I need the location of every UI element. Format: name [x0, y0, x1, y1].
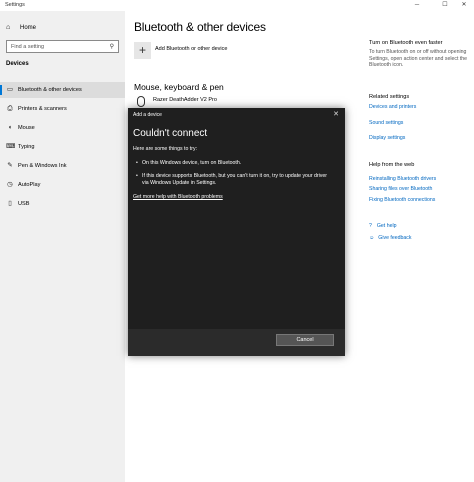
dialog-titlebar: Add a device ✕	[128, 108, 345, 122]
sidebar-item-label: Mouse	[18, 125, 35, 131]
plus-icon: +	[138, 43, 146, 57]
add-device-label[interactable]: Add Bluetooth or other device	[155, 46, 227, 52]
sidebar-item-autoplay[interactable]: ◷ AutoPlay	[0, 177, 125, 193]
get-help-link[interactable]: Get help	[377, 223, 397, 229]
dialog-bullet: • On this Windows device, turn on Bluetoo…	[136, 160, 332, 167]
help-icon: ?	[369, 223, 372, 229]
tip-text: To turn Bluetooth on or off without open…	[369, 49, 468, 68]
window-title: Settings	[5, 2, 25, 8]
feedback-icon: ☺	[369, 235, 375, 241]
sidebar-item-printers[interactable]: ⎙ Printers & scanners	[0, 101, 125, 117]
bluetooth-help-link[interactable]: Get more help with Bluetooth problems	[133, 194, 223, 200]
tip-title: Turn on Bluetooth even faster	[369, 40, 443, 46]
related-settings-title: Related settings	[369, 94, 410, 100]
device-name[interactable]: Razer DeathAdder V2 Pro	[153, 97, 217, 103]
sidebar-home[interactable]: ⌂ Home	[6, 24, 36, 31]
mouse-icon: ◖	[8, 124, 12, 131]
dialog-title: Add a device	[133, 112, 162, 118]
sidebar-item-label: AutoPlay	[18, 182, 41, 188]
add-device-dialog: Add a device ✕ Couldn't connect Here are…	[128, 108, 345, 356]
minimize-button[interactable]: ─	[407, 1, 427, 10]
sidebar-item-usb[interactable]: ▯ USB	[0, 196, 125, 212]
link-devices-printers[interactable]: Devices and printers	[369, 104, 469, 110]
printer-icon: ⎙	[7, 105, 13, 112]
sidebar-item-label: Typing	[18, 144, 35, 150]
link-sound-settings[interactable]: Sound settings	[369, 120, 469, 126]
link-reinstall-drivers[interactable]: Reinstalling Bluetooth drivers	[369, 176, 469, 182]
sidebar-item-label: Bluetooth & other devices	[18, 87, 82, 93]
search-input[interactable]: Find a setting ⚲	[6, 40, 119, 53]
bullet-icon: •	[136, 160, 138, 166]
autoplay-icon: ◷	[7, 181, 13, 188]
cancel-button[interactable]: Cancel	[276, 334, 334, 346]
sidebar-item-label: USB	[18, 201, 30, 207]
sidebar-item-label: Pen & Windows Ink	[18, 163, 67, 169]
keyboard-icon: ⌨	[6, 143, 16, 150]
pen-icon: ✎	[7, 162, 13, 169]
dialog-heading: Couldn't connect	[133, 128, 208, 139]
sidebar-home-label: Home	[20, 25, 37, 31]
window-titlebar: Settings ─ ☐ ✕	[0, 0, 474, 11]
add-device-button[interactable]: +	[134, 42, 151, 59]
search-icon: ⚲	[109, 44, 114, 50]
link-display-settings[interactable]: Display settings	[369, 135, 469, 141]
page-title: Bluetooth & other devices	[134, 20, 266, 34]
dialog-bullet: • If this device supports Bluetooth, but …	[136, 173, 332, 186]
give-feedback-link[interactable]: Give feedback	[378, 235, 411, 241]
dialog-close-icon[interactable]: ✕	[333, 110, 339, 118]
maximize-button[interactable]: ☐	[435, 1, 455, 10]
dialog-bullet-text: If this device supports Bluetooth, but y…	[142, 173, 327, 186]
close-button[interactable]: ✕	[454, 1, 474, 10]
home-icon: ⌂	[6, 24, 11, 31]
link-fixing-connections[interactable]: Fixing Bluetooth connections	[369, 197, 469, 203]
sidebar-item-pen[interactable]: ✎ Pen & Windows Ink	[0, 158, 125, 174]
mouse-device-icon	[137, 96, 145, 107]
link-sharing-files[interactable]: Sharing files over Bluetooth	[369, 186, 469, 192]
sidebar-section-title: Devices	[6, 61, 29, 67]
sidebar: ⌂ Home Find a setting ⚲ Devices ▭ Bluetoo…	[0, 11, 125, 482]
usb-icon: ▯	[8, 200, 12, 207]
group-title: Mouse, keyboard & pen	[134, 82, 224, 92]
get-help-row[interactable]: ? Get help	[369, 223, 469, 229]
search-placeholder: Find a setting	[11, 44, 45, 50]
sidebar-item-mouse[interactable]: ◖ Mouse	[0, 120, 125, 136]
sidebar-item-bluetooth[interactable]: ▭ Bluetooth & other devices	[0, 82, 125, 98]
help-web-title: Help from the web	[369, 162, 415, 168]
bullet-icon: •	[136, 173, 138, 179]
dialog-bullet-text: On this Windows device, turn on Bluetoot…	[142, 160, 242, 166]
dialog-footer: Cancel	[128, 329, 345, 356]
tip-panel: Turn on Bluetooth even faster To turn Bl…	[369, 40, 469, 69]
bluetooth-icon: ▭	[6, 86, 14, 93]
sidebar-item-label: Printers & scanners	[18, 106, 67, 112]
feedback-row[interactable]: ☺ Give feedback	[369, 235, 469, 241]
dialog-intro: Here are some things to try:	[133, 146, 198, 152]
sidebar-item-typing[interactable]: ⌨ Typing	[0, 139, 125, 155]
